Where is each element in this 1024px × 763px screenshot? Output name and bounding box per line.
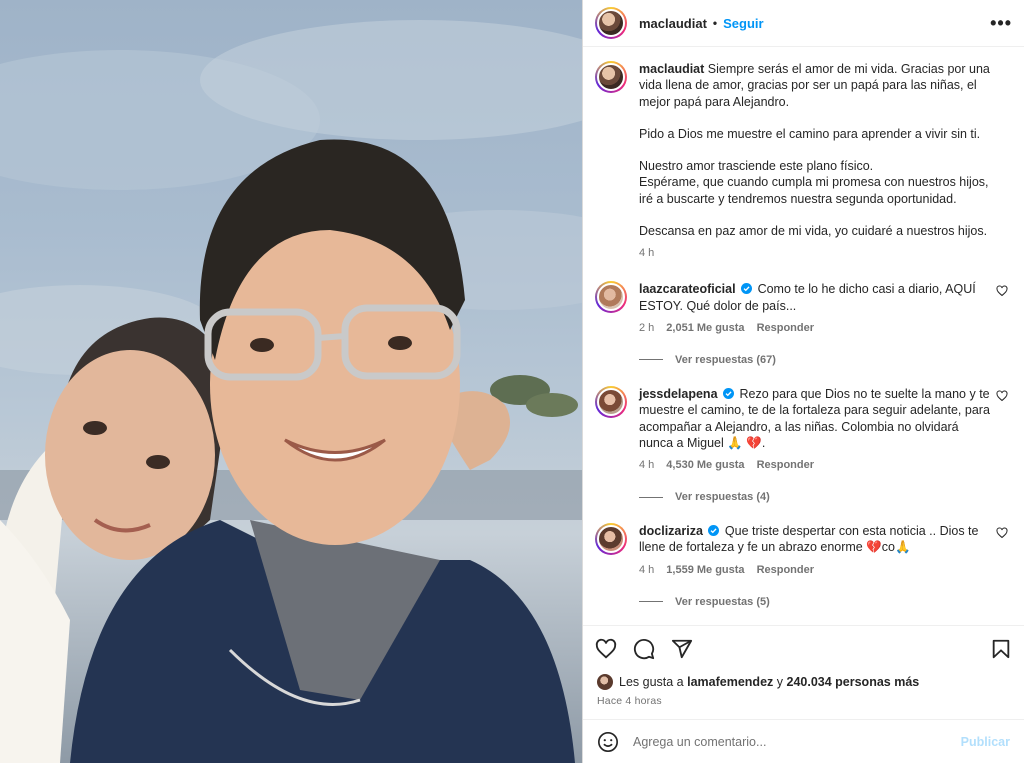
caption-avatar[interactable] <box>595 61 627 93</box>
likes-prefix: Les gusta a <box>619 675 684 689</box>
post-photo[interactable] <box>0 0 582 763</box>
liker-username[interactable]: lamafemendez <box>687 675 773 689</box>
comment-item: doclizariza Que triste despertar con est… <box>595 523 1008 576</box>
comments-area[interactable]: maclaudiat Siempre serás el amor de mi v… <box>583 47 1024 625</box>
view-replies-button[interactable]: Ver respuestas (4) <box>639 491 1008 503</box>
comment-username[interactable]: doclizariza <box>639 524 703 538</box>
caption: maclaudiat Siempre serás el amor de mi v… <box>595 61 1008 259</box>
emoji-icon[interactable] <box>597 731 619 753</box>
comment-likes[interactable]: 4,530 Me gusta <box>666 459 744 471</box>
author-username[interactable]: maclaudiat <box>639 16 707 31</box>
view-replies-label: Ver respuestas (67) <box>675 353 776 366</box>
comment-username[interactable]: jessdelapena <box>639 387 718 401</box>
caption-time: 4 h <box>639 247 655 260</box>
comment-item: laazcarateoficial Como te lo he dicho ca… <box>595 281 1008 334</box>
verified-badge-icon <box>741 283 753 295</box>
reply-button[interactable]: Responder <box>757 459 814 471</box>
like-comment-heart-icon[interactable] <box>996 285 1008 297</box>
post-comment-button[interactable]: Publicar <box>961 735 1010 749</box>
view-replies-label: Ver respuestas (4) <box>675 491 770 504</box>
comment-username[interactable]: laazcarateoficial <box>639 282 736 296</box>
post-timestamp[interactable]: Hace 4 horas <box>583 693 1024 719</box>
comment-item: jessdelapena Rezo para que Dios no te su… <box>595 385 1008 471</box>
caption-text-4: Espérame, que cuando cumpla mi promesa c… <box>639 175 989 206</box>
likes-count[interactable]: 240.034 personas más <box>787 675 920 689</box>
save-bookmark-icon[interactable] <box>990 638 1012 660</box>
separator-dot: • <box>712 16 718 30</box>
comment-avatar[interactable] <box>595 385 627 418</box>
more-options-icon[interactable]: ••• <box>990 13 1012 34</box>
add-comment-bar: Publicar <box>583 719 1024 763</box>
reply-button[interactable]: Responder <box>757 564 814 576</box>
like-comment-heart-icon[interactable] <box>996 527 1008 539</box>
comment-time[interactable]: 4 h <box>639 564 654 576</box>
comment-likes[interactable]: 2,051 Me gusta <box>666 322 744 334</box>
reply-button[interactable]: Responder <box>757 322 814 334</box>
likes-conj: y <box>776 675 784 689</box>
comment-avatar[interactable] <box>595 523 627 556</box>
view-replies-button[interactable]: Ver respuestas (67) <box>639 354 1008 366</box>
comment-avatar[interactable] <box>595 281 627 314</box>
caption-text-2: Pido a Dios me muestre el camino para ap… <box>639 126 981 141</box>
liker-avatar <box>597 674 613 690</box>
caption-text-5: Descansa en paz amor de mi vida, yo cuid… <box>639 224 988 239</box>
likes-summary[interactable]: Les gusta a lamafemendez y 240.034 perso… <box>583 671 1024 693</box>
verified-badge-icon <box>723 387 734 399</box>
like-comment-heart-icon[interactable] <box>996 390 1008 402</box>
author-avatar[interactable] <box>595 7 627 39</box>
view-replies-label: Ver respuestas (5) <box>675 595 770 608</box>
caption-text-3: Nuestro amor trasciende este plano físic… <box>639 159 874 174</box>
verified-badge-icon <box>708 525 720 537</box>
comment-input[interactable] <box>633 734 961 749</box>
follow-button[interactable]: Seguir <box>723 16 763 31</box>
post-actions <box>583 625 1024 671</box>
comment-likes[interactable]: 1,559 Me gusta <box>666 564 744 576</box>
comment-time[interactable]: 2 h <box>639 322 654 334</box>
post-side-panel: maclaudiat • Seguir ••• maclaudiat Siemp… <box>582 0 1024 763</box>
post-header: maclaudiat • Seguir ••• <box>583 0 1024 47</box>
caption-username[interactable]: maclaudiat <box>639 62 704 76</box>
share-send-icon[interactable] <box>671 638 693 660</box>
comment-bubble-icon[interactable] <box>633 638 655 660</box>
view-replies-button[interactable]: Ver respuestas (5) <box>639 596 1008 608</box>
like-heart-icon[interactable] <box>595 638 617 660</box>
comment-time[interactable]: 4 h <box>639 459 654 471</box>
post-image <box>0 20 582 763</box>
